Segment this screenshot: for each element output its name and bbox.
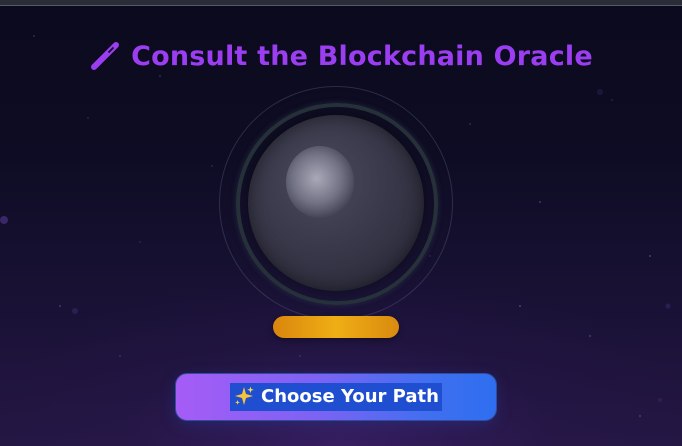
crystal-ball-highlight xyxy=(286,146,354,218)
crystal-ball[interactable] xyxy=(219,86,453,320)
choose-path-selection: Choose Your Path xyxy=(230,383,442,411)
page-header: Consult the Blockchain Oracle xyxy=(0,36,682,76)
crystal-ball-sphere xyxy=(248,115,424,291)
choose-path-label: Choose Your Path xyxy=(261,385,439,407)
choose-path-button[interactable]: Choose Your Path xyxy=(175,373,497,421)
magic-wand-icon xyxy=(89,40,121,72)
page-title: Consult the Blockchain Oracle xyxy=(131,40,593,72)
crystal-ball-base xyxy=(273,316,399,338)
sparkles-icon xyxy=(233,385,255,407)
window-top-bar xyxy=(0,0,682,6)
